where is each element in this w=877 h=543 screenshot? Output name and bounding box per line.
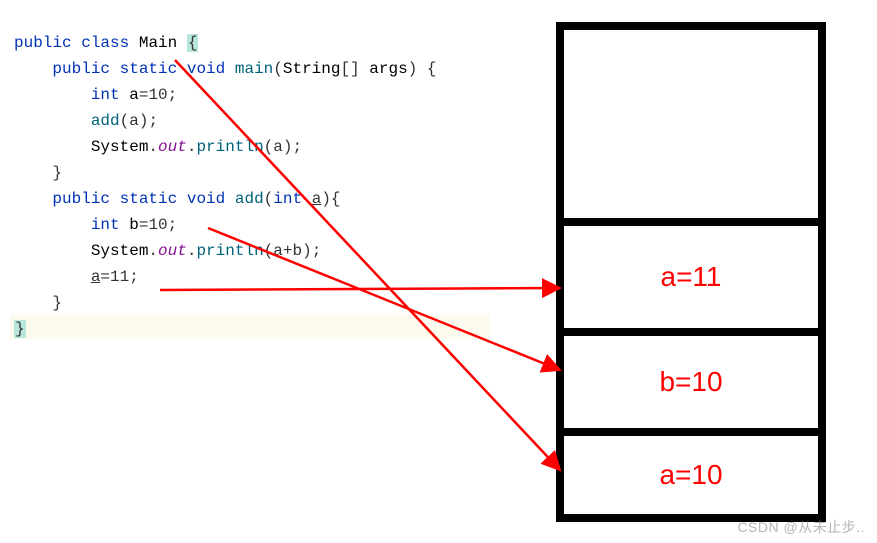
code-line-7: public static void add(int a){ bbox=[14, 190, 341, 208]
fold-icon bbox=[0, 2, 10, 22]
memory-stack: a=11 b=10 a=10 bbox=[556, 22, 826, 522]
open-brace-highlight: { bbox=[187, 34, 199, 52]
code-block: public class Main { public static void m… bbox=[0, 2, 500, 344]
code-line-2: public static void main(String[] args) { bbox=[14, 60, 437, 78]
stack-cell-1: a=11 bbox=[556, 222, 826, 332]
code-line-9: System.out.println(a+b); bbox=[14, 242, 321, 260]
close-brace-highlight: } bbox=[14, 320, 26, 338]
code-line-3: int a=10; bbox=[14, 86, 177, 104]
stack-cell-2: b=10 bbox=[556, 332, 826, 432]
code-line-5: System.out.println(a); bbox=[14, 138, 302, 156]
stack-cell-3: a=10 bbox=[556, 432, 826, 518]
code-line-8: int b=10; bbox=[14, 216, 177, 234]
code-line-10: a=11; bbox=[14, 268, 139, 286]
code-line-6: } bbox=[14, 164, 62, 182]
watermark: CSDN @从未止步.. bbox=[737, 517, 865, 537]
code-line-11: } bbox=[14, 294, 62, 312]
code-line-1: public class Main { bbox=[14, 34, 198, 52]
code-line-4: add(a); bbox=[14, 112, 158, 130]
code-line-12: } bbox=[14, 320, 26, 338]
